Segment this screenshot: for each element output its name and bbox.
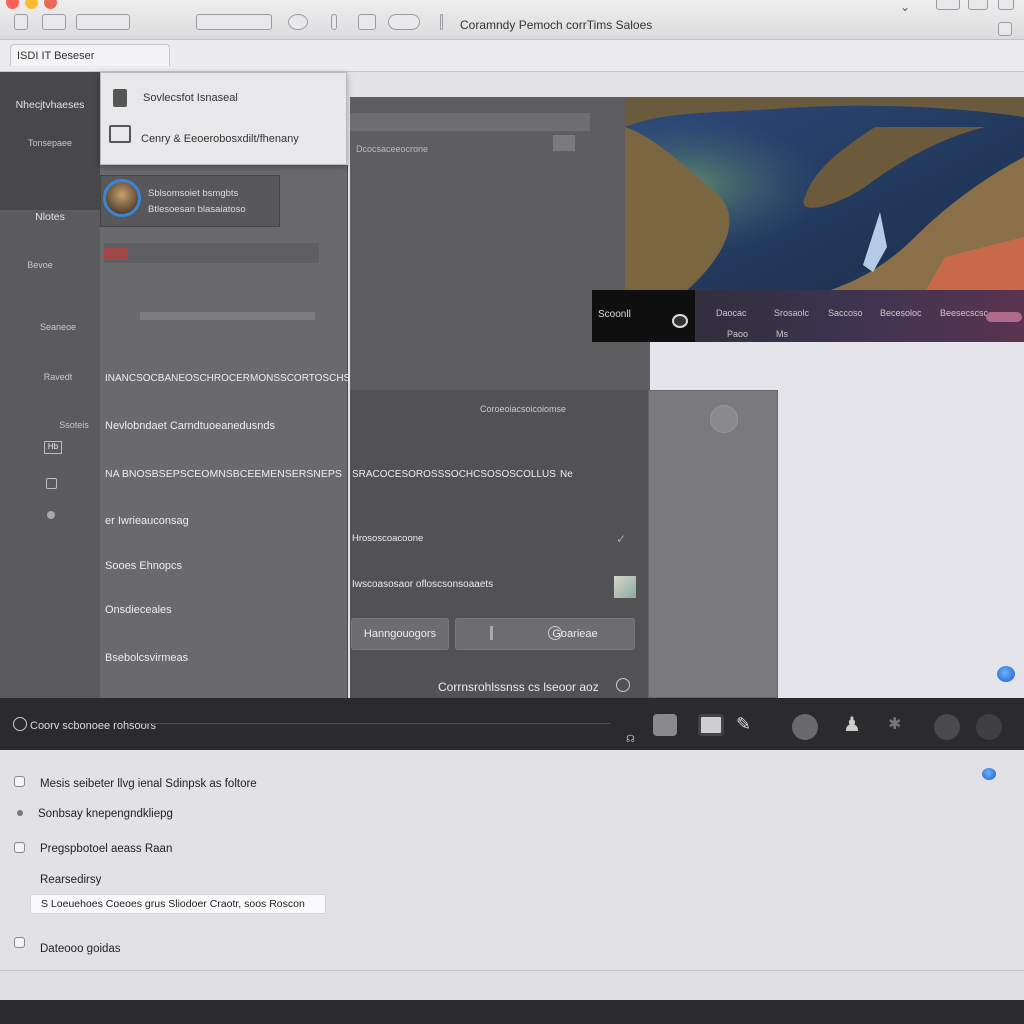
landscape-image bbox=[625, 97, 1024, 292]
menu-item-install[interactable]: Sovlecsfot Isnaseal bbox=[143, 92, 238, 104]
option-bullet-icon[interactable] bbox=[17, 810, 23, 816]
progress-row bbox=[104, 243, 319, 263]
nav-dot-icon bbox=[47, 511, 55, 519]
strip-item[interactable]: Daocac bbox=[716, 308, 747, 318]
list-row[interactable]: Bsebolcsvirmeas bbox=[105, 652, 188, 664]
menu-item-energy[interactable]: Cenry & Eeoerobosxdilt/fhenany bbox=[141, 133, 299, 145]
list-row[interactable]: Sooes Ehnopcs bbox=[105, 560, 182, 572]
loading-bar bbox=[140, 312, 315, 320]
attach-icon[interactable] bbox=[998, 0, 1014, 10]
search-icon[interactable] bbox=[13, 717, 27, 731]
gauge-icon[interactable] bbox=[934, 714, 960, 740]
chevron-down-icon[interactable]: ⌄ bbox=[900, 0, 910, 14]
list-icon[interactable] bbox=[14, 14, 28, 30]
line-icon[interactable] bbox=[440, 14, 443, 30]
center-row-suffix: Ne bbox=[560, 469, 573, 480]
strip-item[interactable]: Srosaolc bbox=[774, 308, 809, 318]
nav-checkbox[interactable] bbox=[46, 478, 57, 489]
window-title: Coramndy Pemoch corrTims Saloes bbox=[460, 18, 653, 32]
strip-item[interactable]: Beesecscsc bbox=[940, 308, 988, 318]
option-label: Mesis seibeter llvg ienal Sdinpsk as fol… bbox=[40, 778, 257, 790]
status-icon bbox=[104, 248, 128, 260]
center-row[interactable]: Hrososcoacoone bbox=[352, 533, 423, 544]
checkmark-icon: ✓ bbox=[616, 532, 627, 546]
document-icon bbox=[113, 89, 127, 107]
breadcrumb[interactable]: ISDI IT Beseser bbox=[10, 44, 170, 66]
share-icon[interactable] bbox=[968, 0, 988, 10]
strip-subtext: Paoo bbox=[727, 329, 749, 339]
context-menu: Sovlecsfot Isnaseal Cenry & Eeoerobosxdi… bbox=[100, 72, 347, 165]
center-heading: Dcocsaceeocrone bbox=[356, 144, 429, 154]
cloud-icon[interactable] bbox=[388, 14, 420, 30]
strip-subtext: Ms bbox=[776, 329, 788, 339]
nav-item-seaneoe[interactable]: Seaneoe bbox=[8, 322, 108, 332]
option-checkbox[interactable] bbox=[14, 776, 25, 787]
copy-icon[interactable] bbox=[998, 22, 1012, 36]
globe-icon[interactable] bbox=[792, 714, 818, 740]
center-row[interactable]: Iwscoasosaor ofloscsonsoaaets bbox=[352, 579, 493, 590]
list-row[interactable]: Onsdieceales bbox=[105, 604, 172, 616]
window-icon[interactable] bbox=[42, 14, 66, 30]
list-row[interactable]: er Iwrieauconsag bbox=[105, 515, 189, 527]
divider bbox=[140, 723, 610, 724]
option-label: Pregspbotoel aeass Raan bbox=[40, 843, 173, 855]
divider bbox=[490, 626, 493, 640]
image-icon[interactable] bbox=[698, 714, 724, 736]
app-window: Coramndy Pemoch corrTims Saloes ⌄ ISDI I… bbox=[0, 0, 1024, 1024]
strip-item[interactable]: Saccoso bbox=[828, 308, 863, 318]
settings-text-field[interactable]: S Loeuehoes Coeoes grus Sliodoer Craotr,… bbox=[30, 894, 326, 914]
bar-icon[interactable] bbox=[331, 14, 337, 30]
nav-heading: Nhecjtvhaeses bbox=[15, 99, 85, 111]
cloud-sync-icon[interactable] bbox=[982, 768, 996, 780]
footer-bar bbox=[0, 970, 1024, 1000]
list-row[interactable]: Nevlobndaet Carndtuoeanedusnds bbox=[105, 420, 275, 432]
eye-icon[interactable] bbox=[672, 314, 688, 328]
table-icon[interactable] bbox=[653, 714, 677, 736]
section-heading: Rearsedirsy bbox=[40, 874, 102, 886]
monitor-icon bbox=[109, 125, 131, 143]
center-lower-panel bbox=[350, 390, 648, 698]
clock-icon[interactable] bbox=[976, 714, 1002, 740]
primary-button[interactable]: Hanngouogors bbox=[351, 618, 449, 650]
center-header bbox=[350, 113, 590, 131]
person-icon[interactable]: ♟ bbox=[843, 712, 861, 737]
window-bottom-edge bbox=[0, 1000, 1024, 1024]
sidebar-toggle-icon[interactable] bbox=[936, 0, 960, 10]
center-row[interactable]: SRACOCESOROSSSOCHCSOSOSCOLLUS bbox=[352, 469, 556, 480]
overlay-card bbox=[648, 390, 778, 698]
placeholder-icon bbox=[710, 405, 738, 433]
avatar[interactable] bbox=[103, 179, 141, 217]
shape-icon[interactable] bbox=[288, 14, 308, 30]
divider-icon[interactable] bbox=[76, 14, 130, 30]
bottom-bar-label: Coorv scbonoee rohsoors bbox=[30, 720, 156, 732]
color-swatch[interactable] bbox=[614, 576, 636, 598]
refresh-icon bbox=[548, 626, 562, 640]
nav-item-ravedt[interactable]: Ravedt bbox=[8, 372, 108, 382]
grid-icon[interactable] bbox=[196, 14, 272, 30]
nav-subheading: Tonsepaee bbox=[27, 138, 73, 148]
secondary-button[interactable]: Goarieae bbox=[455, 618, 635, 650]
center-subheading: Coroeoiacsoicoiomse bbox=[480, 404, 567, 414]
info-icon[interactable] bbox=[616, 678, 630, 692]
pen-icon[interactable]: ✎ bbox=[736, 714, 764, 736]
strip-item[interactable]: Becesoloc bbox=[880, 308, 922, 318]
nav-badge: Hb bbox=[44, 441, 62, 454]
table-icon[interactable] bbox=[358, 14, 376, 30]
expand-icon[interactable] bbox=[553, 135, 575, 151]
option-label: Sonbsay knepengndkliepg bbox=[38, 808, 173, 820]
option-checkbox[interactable] bbox=[14, 842, 25, 853]
profile-detail: Btlesoesan blasaiatoso bbox=[148, 204, 246, 215]
strip-toggle[interactable] bbox=[986, 312, 1022, 322]
list-row[interactable]: NA BNOSBSEPSCEOMNSBCEEMENSERSNEPS bbox=[105, 468, 342, 480]
star-icon[interactable]: ✱ bbox=[888, 714, 901, 734]
profile-name: Sblsomsoiet bsmgbts bbox=[148, 188, 239, 199]
lock-icon: ☊ bbox=[626, 734, 635, 745]
nav-item-bevoe[interactable]: Bevoe bbox=[0, 260, 90, 270]
nav-item-notes[interactable]: Nlotes bbox=[0, 211, 100, 223]
option-label: Dateooo goidas bbox=[40, 943, 121, 955]
option-checkbox[interactable] bbox=[14, 937, 25, 948]
chat-bubble-icon[interactable] bbox=[997, 666, 1015, 682]
center-footer: Corrnsrohlssnss cs lseoor aoz bbox=[438, 680, 599, 694]
